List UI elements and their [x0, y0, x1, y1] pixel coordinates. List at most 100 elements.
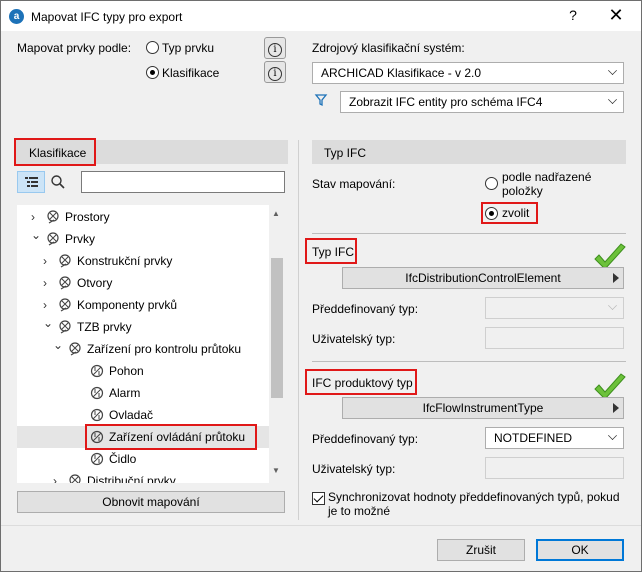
tree-item[interactable]: › Prostory [17, 206, 269, 228]
title-bar: a Mapovat IFC typy pro export ? ✕ [1, 1, 641, 31]
ifc-product-user-field[interactable] [485, 457, 624, 479]
close-button[interactable]: ✕ [605, 5, 627, 27]
classification-header: Klasifikace [14, 138, 96, 166]
ifc-product-entity-value: IfcFlowInstrumentType [422, 401, 544, 415]
source-system-label: Zdrojový klasifikační systém: [312, 41, 465, 55]
filter-icon [314, 94, 328, 107]
search-icon[interactable] [50, 174, 66, 190]
chevron-down-icon[interactable]: ⌄ [31, 224, 41, 246]
tree-item-label: TZB prvky [77, 320, 132, 334]
tree-item[interactable]: › Konstrukční prvky [17, 250, 269, 272]
scroll-down-icon[interactable]: ▼ [272, 466, 280, 475]
mapping-choose-label: zvolit [502, 206, 530, 220]
info-button-classification[interactable]: i [264, 61, 286, 83]
tree-item-label: Ovladač [109, 408, 154, 422]
info-button-type[interactable]: i [264, 37, 286, 59]
refresh-mapping-button[interactable]: Obnovit mapování [17, 491, 285, 513]
search-input[interactable] [81, 171, 285, 193]
scrollbar-thumb[interactable] [271, 258, 283, 398]
cancel-button[interactable]: Zrušit [437, 539, 525, 561]
footer-divider [1, 525, 641, 526]
help-button[interactable]: ? [563, 7, 583, 27]
classification-header-label: Klasifikace [29, 146, 87, 160]
classification-group-icon [67, 341, 83, 357]
classification-group-icon [45, 231, 61, 247]
tree-item-label: Prvky [65, 232, 95, 246]
arrow-right-icon [613, 273, 619, 283]
ok-button[interactable]: OK [536, 539, 624, 561]
mapping-choose-radio[interactable] [485, 207, 498, 220]
tree-item-label: Komponenty prvků [77, 298, 178, 312]
chevron-down-icon[interactable]: ⌄ [43, 312, 53, 334]
ifc-entity-button[interactable]: IfcDistributionControlElement [342, 267, 624, 289]
mapping-parent-label: podle nadřazené položky [502, 170, 592, 198]
mapping-parent-radio[interactable] [485, 177, 498, 190]
panel-divider [298, 140, 299, 520]
info-icon: i [268, 67, 282, 81]
tree-item-label: Zařízení pro kontrolu průtoku [87, 342, 242, 356]
tree-item[interactable]: ⌄ Zařízení pro kontrolu průtoku [17, 338, 269, 360]
chevron-down-icon [608, 431, 617, 440]
tree-item-label: Distribuční prvky [87, 474, 176, 483]
tree-item[interactable]: Pohon [17, 360, 269, 382]
ifc-type-title: Typ IFC [312, 245, 355, 259]
map-by-type-radio[interactable] [146, 41, 159, 54]
classification-item-icon [89, 385, 105, 401]
ifc-product-type-title-box: IFC produktový typ [305, 369, 417, 395]
info-icon: i [268, 43, 282, 57]
source-system-select[interactable]: ARCHICAD Klasifikace - v 2.0 [312, 62, 624, 84]
classification-group-icon [57, 319, 73, 335]
ifc-product-entity-button[interactable]: IfcFlowInstrumentType [342, 397, 624, 419]
chevron-right-icon[interactable]: › [53, 470, 63, 483]
chevron-down-icon [608, 95, 617, 104]
section-divider [312, 233, 626, 234]
tree-item-label: Konstrukční prvky [77, 254, 173, 268]
arrow-right-icon [613, 403, 619, 413]
ifc-schema-filter-value: Zobrazit IFC entity pro schéma IFC4 [349, 95, 543, 109]
chevron-down-icon[interactable]: ⌄ [53, 334, 63, 356]
tree-item[interactable]: Čidlo [17, 448, 269, 470]
ifc-type-header-bar: Typ IFC [312, 140, 626, 164]
ifc-product-type-title: IFC produktový typ [312, 376, 413, 390]
section-divider [312, 361, 626, 362]
tree-item[interactable]: › Komponenty prvků [17, 294, 269, 316]
tree-item[interactable]: › Otvory [17, 272, 269, 294]
classification-group-icon [57, 297, 73, 313]
map-by-type-label: Typ prvku [162, 41, 215, 55]
chevron-right-icon[interactable]: › [43, 250, 53, 272]
ifc-type-header-label: Typ IFC [324, 146, 367, 160]
selected-item-highlight [85, 424, 257, 450]
tree-item[interactable]: › Distribuční prvky [17, 470, 269, 483]
mapping-state-label: Stav mapování: [312, 177, 396, 191]
ifc-type-user-label: Uživatelský typ: [312, 332, 396, 346]
window-title: Mapovat IFC typy pro export [31, 10, 183, 24]
tree-item-label: Čidlo [109, 452, 137, 466]
ifc-product-predefined-select[interactable]: NOTDEFINED [485, 427, 624, 449]
scroll-up-icon[interactable]: ▲ [272, 209, 280, 218]
ifc-type-predefined-select[interactable] [485, 297, 624, 319]
tree-item-label: Pohon [109, 364, 144, 378]
map-by-label: Mapovat prvky podle: [17, 41, 132, 55]
archicad-app-icon: a [9, 9, 24, 24]
tree-item[interactable]: Ovladač [17, 404, 269, 426]
tree-view-toggle[interactable] [17, 171, 45, 193]
classification-group-icon [57, 253, 73, 269]
chevron-down-icon [608, 301, 617, 310]
chevron-right-icon[interactable]: › [43, 272, 53, 294]
ifc-schema-filter-select[interactable]: Zobrazit IFC entity pro schéma IFC4 [340, 91, 624, 113]
classification-item-icon [89, 451, 105, 467]
tree-item[interactable]: ⌄ Prvky [17, 228, 269, 250]
sync-label: Synchronizovat hodnoty předdefinovaných … [328, 490, 620, 518]
classification-item-icon [89, 363, 105, 379]
tree-item-label: Prostory [65, 210, 110, 224]
map-by-classification-radio[interactable] [146, 66, 159, 79]
tree-item[interactable]: Alarm [17, 382, 269, 404]
sync-checkbox[interactable] [312, 492, 325, 505]
tree-item-label: Otvory [77, 276, 113, 290]
tree-item-label: Alarm [109, 386, 141, 400]
chevron-down-icon [608, 66, 617, 75]
ifc-type-user-field[interactable] [485, 327, 624, 349]
classification-group-icon [45, 209, 61, 225]
classification-group-icon [67, 473, 83, 483]
ifc-type-predefined-label: Předdefinovaný typ: [312, 302, 419, 316]
